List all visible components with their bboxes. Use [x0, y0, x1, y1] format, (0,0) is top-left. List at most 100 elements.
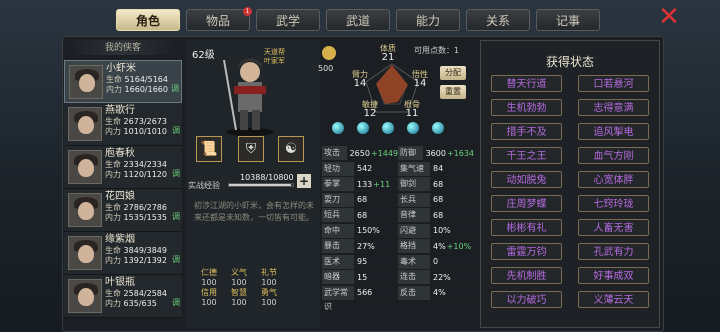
- add-exp-button[interactable]: +: [297, 174, 311, 188]
- character-row[interactable]: 庖春秋 生命 2334/2334 内力 1120/1120 调: [64, 146, 182, 189]
- state-badge[interactable]: 庄周梦蝶: [491, 195, 562, 212]
- stat-row: 音律 68: [398, 208, 474, 224]
- potential-value: 500: [318, 64, 334, 73]
- tab-5[interactable]: 关系: [466, 9, 530, 31]
- stat-label: 医术: [322, 254, 354, 269]
- stat-value: 3600+1634: [423, 149, 474, 158]
- tab-3[interactable]: 武道: [326, 9, 390, 31]
- armor-icon[interactable]: ⛨: [238, 136, 264, 162]
- mp-line: 内力 635/635: [105, 299, 167, 309]
- orb-icon[interactable]: [407, 122, 419, 134]
- tab-1[interactable]: 物品 1: [186, 7, 252, 31]
- character-row[interactable]: 叶银瓶 生命 2584/2584 内力 635/635 调: [64, 275, 182, 318]
- stat-number: 566: [357, 288, 373, 298]
- stat-value: 68: [354, 195, 367, 204]
- mp-line: 内力 1660/1660: [106, 85, 168, 95]
- hp-label: 生命: [105, 246, 121, 255]
- virtue: [284, 288, 314, 308]
- tab-2[interactable]: 武学: [256, 9, 320, 31]
- state-badge[interactable]: 雷霆万钧: [491, 243, 562, 260]
- adjust-button[interactable]: 调: [172, 211, 180, 222]
- stat-value: 2650+1449: [347, 149, 398, 158]
- hero-figure: [223, 58, 274, 136]
- stat-bonus: +1634: [446, 148, 474, 158]
- state-badge[interactable]: 心宽体胖: [578, 171, 649, 188]
- scroll-icon[interactable]: 📜: [196, 136, 222, 162]
- virtue: 义气 100: [224, 268, 254, 288]
- adjust-button[interactable]: 调: [171, 83, 179, 94]
- state-badge[interactable]: 孔武有力: [578, 243, 649, 260]
- character-row[interactable]: 花四娘 生命 2786/2786 内力 1535/1535 调: [64, 189, 182, 232]
- tab-6[interactable]: 记事: [536, 9, 600, 31]
- stat-number: 133: [357, 179, 373, 189]
- orb-icon[interactable]: [357, 122, 369, 134]
- skill-orbs: [332, 122, 444, 134]
- mp-value: 635/635: [123, 299, 157, 308]
- orb-icon[interactable]: [432, 122, 444, 134]
- tab-badge: 1: [243, 7, 252, 16]
- mp-value: 1535/1535: [123, 213, 167, 222]
- stat-bonus: +10%: [446, 241, 472, 251]
- stat-row: 短兵 68: [322, 208, 398, 224]
- character-info: 庖春秋 生命 2334/2334 内力 1120/1120: [105, 146, 167, 188]
- adjust-button[interactable]: 调: [172, 168, 180, 179]
- stat-value: 22%: [430, 273, 451, 282]
- stat-row: 反击 4%: [398, 285, 474, 301]
- state-badge[interactable]: 好事成双: [578, 267, 649, 284]
- orb-icon[interactable]: [332, 122, 344, 134]
- state-badge[interactable]: 以力破巧: [491, 291, 562, 308]
- radar-tizhi: 体质 21: [380, 44, 396, 63]
- state-badge[interactable]: 动如脱兔: [491, 171, 562, 188]
- stat-row: 攻击力2650+1449: [322, 146, 398, 171]
- stat-value: 10%: [430, 226, 451, 235]
- stat-number: 10%: [433, 226, 451, 236]
- stat-value: 133+11: [354, 180, 390, 189]
- stat-label: 御剑: [398, 177, 430, 192]
- stat-number: 68: [357, 210, 368, 220]
- hp-value: 2786/2786: [123, 203, 167, 212]
- potential-icon: [322, 46, 336, 60]
- orb-icon[interactable]: [382, 122, 394, 134]
- character-row[interactable]: 缘紫烟 生命 3849/3849 内力 1392/1392 调: [64, 232, 182, 275]
- state-badge[interactable]: 口若悬河: [578, 75, 649, 92]
- tab-bar: 角色 物品 1 武学 武道 能力 关系 记事: [116, 7, 600, 31]
- adjust-button[interactable]: 调: [172, 254, 180, 265]
- hp-value: 3849/3849: [123, 246, 167, 255]
- state-badge[interactable]: 义薄云天: [578, 291, 649, 308]
- close-icon[interactable]: ✕: [656, 4, 682, 30]
- state-badge[interactable]: 志得意满: [578, 99, 649, 116]
- stat-number: 95: [357, 257, 368, 267]
- mp-label: 内力: [105, 127, 121, 136]
- stat-label: 拳掌: [322, 177, 354, 192]
- state-badge[interactable]: 生机勃勃: [491, 99, 562, 116]
- stat-label: 音律: [398, 208, 430, 223]
- adjust-button[interactable]: 调: [172, 297, 180, 308]
- state-badge[interactable]: 七窍玲珑: [578, 195, 649, 212]
- state-badge[interactable]: 先机制胜: [491, 267, 562, 284]
- state-badge[interactable]: 措手不及: [491, 123, 562, 140]
- stat-row: 武学常识 566: [322, 285, 398, 311]
- reset-button[interactable]: 重置: [440, 85, 466, 99]
- stat-row: 防御力3600+1634: [398, 146, 474, 171]
- stat-number: 27%: [357, 241, 375, 251]
- character-portrait: [68, 107, 102, 141]
- tab-0[interactable]: 角色: [116, 9, 180, 31]
- state-badge[interactable]: 千王之王: [491, 147, 562, 164]
- mask-icon[interactable]: ☯: [278, 136, 304, 162]
- adjust-button[interactable]: 调: [172, 125, 180, 136]
- tab-4[interactable]: 能力: [396, 9, 460, 31]
- state-badge[interactable]: 替天行道: [491, 75, 562, 92]
- state-badge[interactable]: 血气方刚: [578, 147, 649, 164]
- character-row[interactable]: 燕歌行 生命 2673/2673 内力 1010/1010 调: [64, 103, 182, 146]
- stat-value: 4%+10%: [430, 242, 471, 251]
- list-title: 我的侠客: [66, 40, 180, 55]
- assign-button[interactable]: 分配: [440, 66, 466, 80]
- state-badge[interactable]: 追风掣电: [578, 123, 649, 140]
- mp-line: 内力 1120/1120: [105, 170, 167, 180]
- character-row[interactable]: 小虾米 生命 5164/5164 内力 1660/1660 调: [64, 60, 182, 103]
- state-badge[interactable]: 人畜无害: [578, 219, 649, 236]
- states-panel: 获得状态 替天行道 口若悬河 生机勃勃 志得意满 措手不及 追风掣电 千王之王 血气方刚 动如脱…: [480, 40, 660, 328]
- state-badge[interactable]: 彬彬有礼: [491, 219, 562, 236]
- stat-row: 命中 150%: [322, 223, 398, 239]
- stat-row: 拳掌 133+11: [322, 177, 398, 193]
